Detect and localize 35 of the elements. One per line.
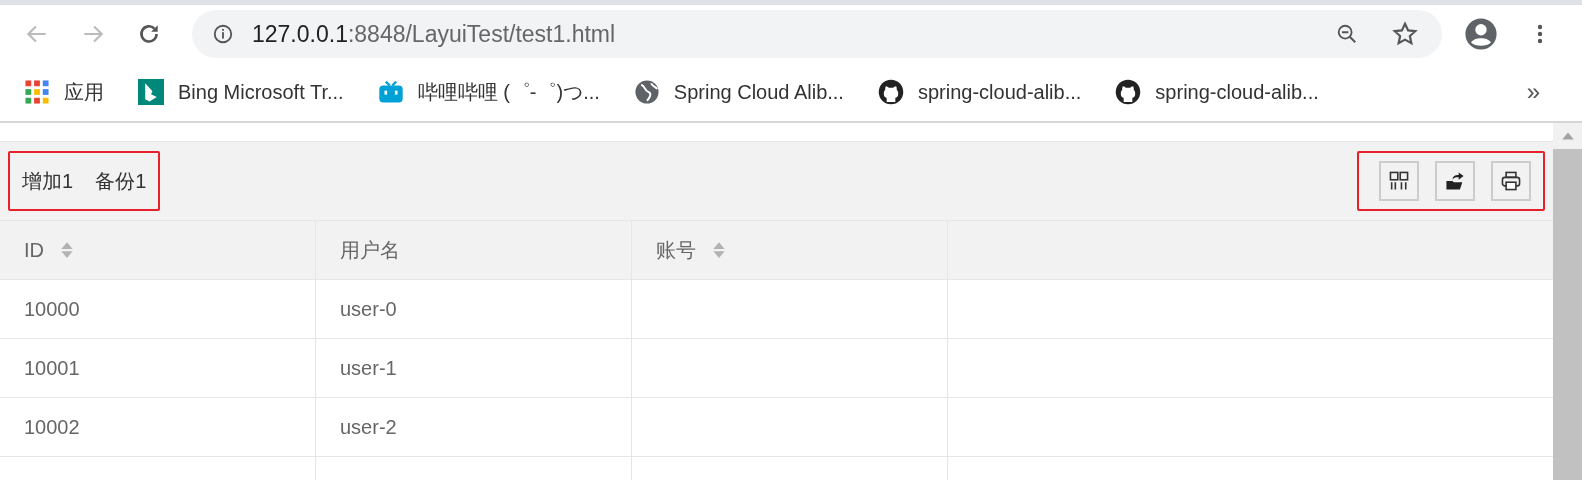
more-bookmarks-button[interactable]: » [1526,78,1540,106]
printer-icon [1500,170,1522,192]
bookmark[interactable]: Bing Microsoft Tr... [138,78,344,106]
menu-icon[interactable] [1536,22,1544,46]
column-header[interactable]: ID [0,221,316,279]
account-icon[interactable] [1464,17,1498,51]
folder-export-icon [1444,170,1466,192]
column-header: 用户名 [316,221,632,279]
export-button[interactable] [1435,161,1475,201]
star-icon[interactable] [1392,21,1418,47]
table-cell: user-0 [316,280,632,338]
table-cell: 10000 [0,280,316,338]
toolbar-button[interactable]: 增加1 [22,167,74,195]
info-icon[interactable] [212,23,234,45]
print-button[interactable] [1491,161,1531,201]
table-cell: 10002 [0,398,316,456]
bookmark[interactable]: spring-cloud-alib... [877,78,1082,106]
bookmark[interactable]: 哔哩哔哩 (゜-゜)つ... [377,78,600,106]
bookmark[interactable]: Spring Cloud Alib... [633,78,844,106]
toolbar-button[interactable]: 备份1 [95,167,147,195]
apps-grid-icon [24,79,50,105]
bookmark[interactable]: 应用 [24,78,104,106]
column-header[interactable]: 账号 [632,221,948,279]
columns-icon [1388,170,1410,192]
table-cell: user-2 [316,398,632,456]
tv-icon [377,79,404,105]
github-logo-icon [877,79,904,105]
table-cell: 10001 [0,339,316,397]
table-cell: user-1 [316,339,632,397]
url-text: 127.0.0.1:8848/LayuiTest/test1.html [252,20,616,48]
bookmark[interactable]: spring-cloud-alib... [1115,78,1319,106]
zoom-out-icon[interactable] [1336,23,1358,45]
columns-filter-button[interactable] [1379,161,1419,201]
address-bar[interactable]: 127.0.0.1:8848/LayuiTest/test1.html [192,10,1442,58]
github-logo-icon [1115,79,1142,105]
